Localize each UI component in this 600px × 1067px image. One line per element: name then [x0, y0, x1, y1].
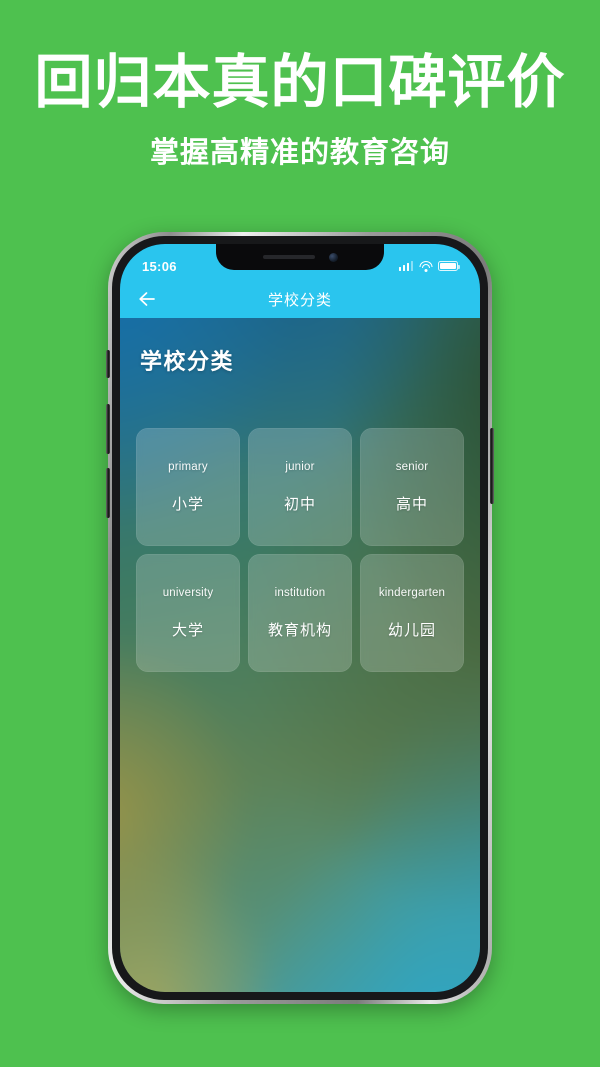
top-bar: 15:06 学校分类	[120, 244, 480, 318]
category-card-senior[interactable]: senior 高中	[360, 428, 464, 546]
category-label-cn: 高中	[395, 495, 428, 513]
category-card-institution[interactable]: institution 教育机构	[248, 554, 352, 672]
cellular-signal-icon	[398, 261, 413, 271]
volume-up-button[interactable]	[106, 404, 110, 454]
nav-bar-title: 学校分类	[267, 291, 332, 309]
category-card-junior[interactable]: junior 初中	[248, 428, 352, 546]
category-label-en: university	[162, 586, 214, 599]
category-label-en: senior	[395, 460, 429, 473]
arrow-left-icon	[137, 289, 157, 309]
mute-switch[interactable]	[106, 350, 110, 378]
promo-headline: 回归本真的口碑评价	[34, 50, 566, 115]
category-label-en: kindergarten	[378, 586, 446, 599]
nav-bar: 学校分类	[120, 280, 480, 318]
promo-header: 回归本真的口碑评价 掌握高精准的教育咨询	[0, 0, 600, 170]
phone-bezel: 15:06 学校分类 学校分类 primary 小学 junior 初中 sen…	[106, 236, 494, 1000]
status-bar-indicators	[398, 261, 460, 272]
wifi-icon	[419, 261, 432, 272]
power-button[interactable]	[490, 428, 494, 504]
category-label-cn: 幼儿园	[387, 621, 436, 639]
app-container: 15:06 学校分类 学校分类 primary 小学 junior 初中 sen…	[120, 244, 480, 992]
back-button[interactable]	[136, 288, 158, 310]
category-card-primary[interactable]: primary 小学	[136, 428, 240, 546]
category-label-cn: 教育机构	[267, 621, 332, 639]
volume-down-button[interactable]	[106, 468, 110, 518]
category-label-cn: 大学	[171, 621, 204, 639]
category-label-en: junior	[285, 460, 315, 473]
category-label-cn: 初中	[283, 495, 316, 513]
category-card-university[interactable]: university 大学	[136, 554, 240, 672]
category-label-cn: 小学	[171, 495, 204, 513]
status-bar-clock: 15:06	[142, 258, 177, 274]
app-content: 学校分类 primary 小学 junior 初中 senior 高中 univ…	[120, 318, 480, 992]
category-grid: primary 小学 junior 初中 senior 高中 universit…	[136, 428, 464, 672]
phone-screen: 15:06 学校分类 学校分类 primary 小学 junior 初中 sen…	[120, 244, 480, 992]
battery-icon	[438, 261, 460, 271]
category-label-en: institution	[274, 586, 326, 599]
category-label-en: primary	[168, 460, 208, 473]
promo-subheadline: 掌握高精准的教育咨询	[149, 137, 450, 169]
earpiece-speaker-icon	[262, 255, 315, 259]
content-body: 学校分类 primary 小学 junior 初中 senior 高中 univ…	[120, 318, 480, 992]
category-card-kindergarten[interactable]: kindergarten 幼儿园	[360, 554, 464, 672]
phone-mockup: 15:06 学校分类 学校分类 primary 小学 junior 初中 sen…	[106, 232, 494, 1004]
display-notch	[216, 244, 384, 270]
front-camera-icon	[328, 252, 338, 262]
page-title: 学校分类	[140, 349, 235, 374]
